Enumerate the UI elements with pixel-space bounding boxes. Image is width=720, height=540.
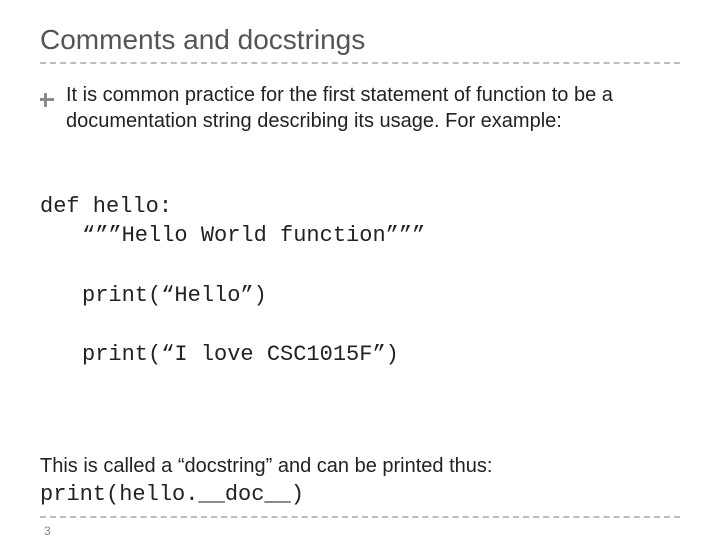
bullet-text: It is common practice for the first stat… [66, 82, 680, 134]
page-number: 3 [40, 524, 680, 540]
slide-title: Comments and docstrings [40, 24, 680, 56]
bullet-item: It is common practice for the first stat… [40, 82, 680, 134]
footer-divider [40, 516, 680, 518]
title-divider [40, 62, 680, 64]
closing-code: print(hello.__doc__) [40, 481, 680, 510]
code-block: def hello: “””Hello World function””” pr… [40, 162, 680, 429]
closing-text: This is called a “docstring” and can be … [40, 453, 680, 479]
code-line: print(“I love CSC1015F”) [40, 340, 680, 370]
slide: Comments and docstrings It is common pra… [0, 0, 720, 540]
slide-body: It is common practice for the first stat… [40, 82, 680, 539]
code-line: print(“Hello”) [40, 281, 680, 311]
bullet-icon [40, 88, 54, 114]
code-line: “””Hello World function””” [40, 221, 680, 251]
code-line: def hello: [40, 194, 172, 219]
